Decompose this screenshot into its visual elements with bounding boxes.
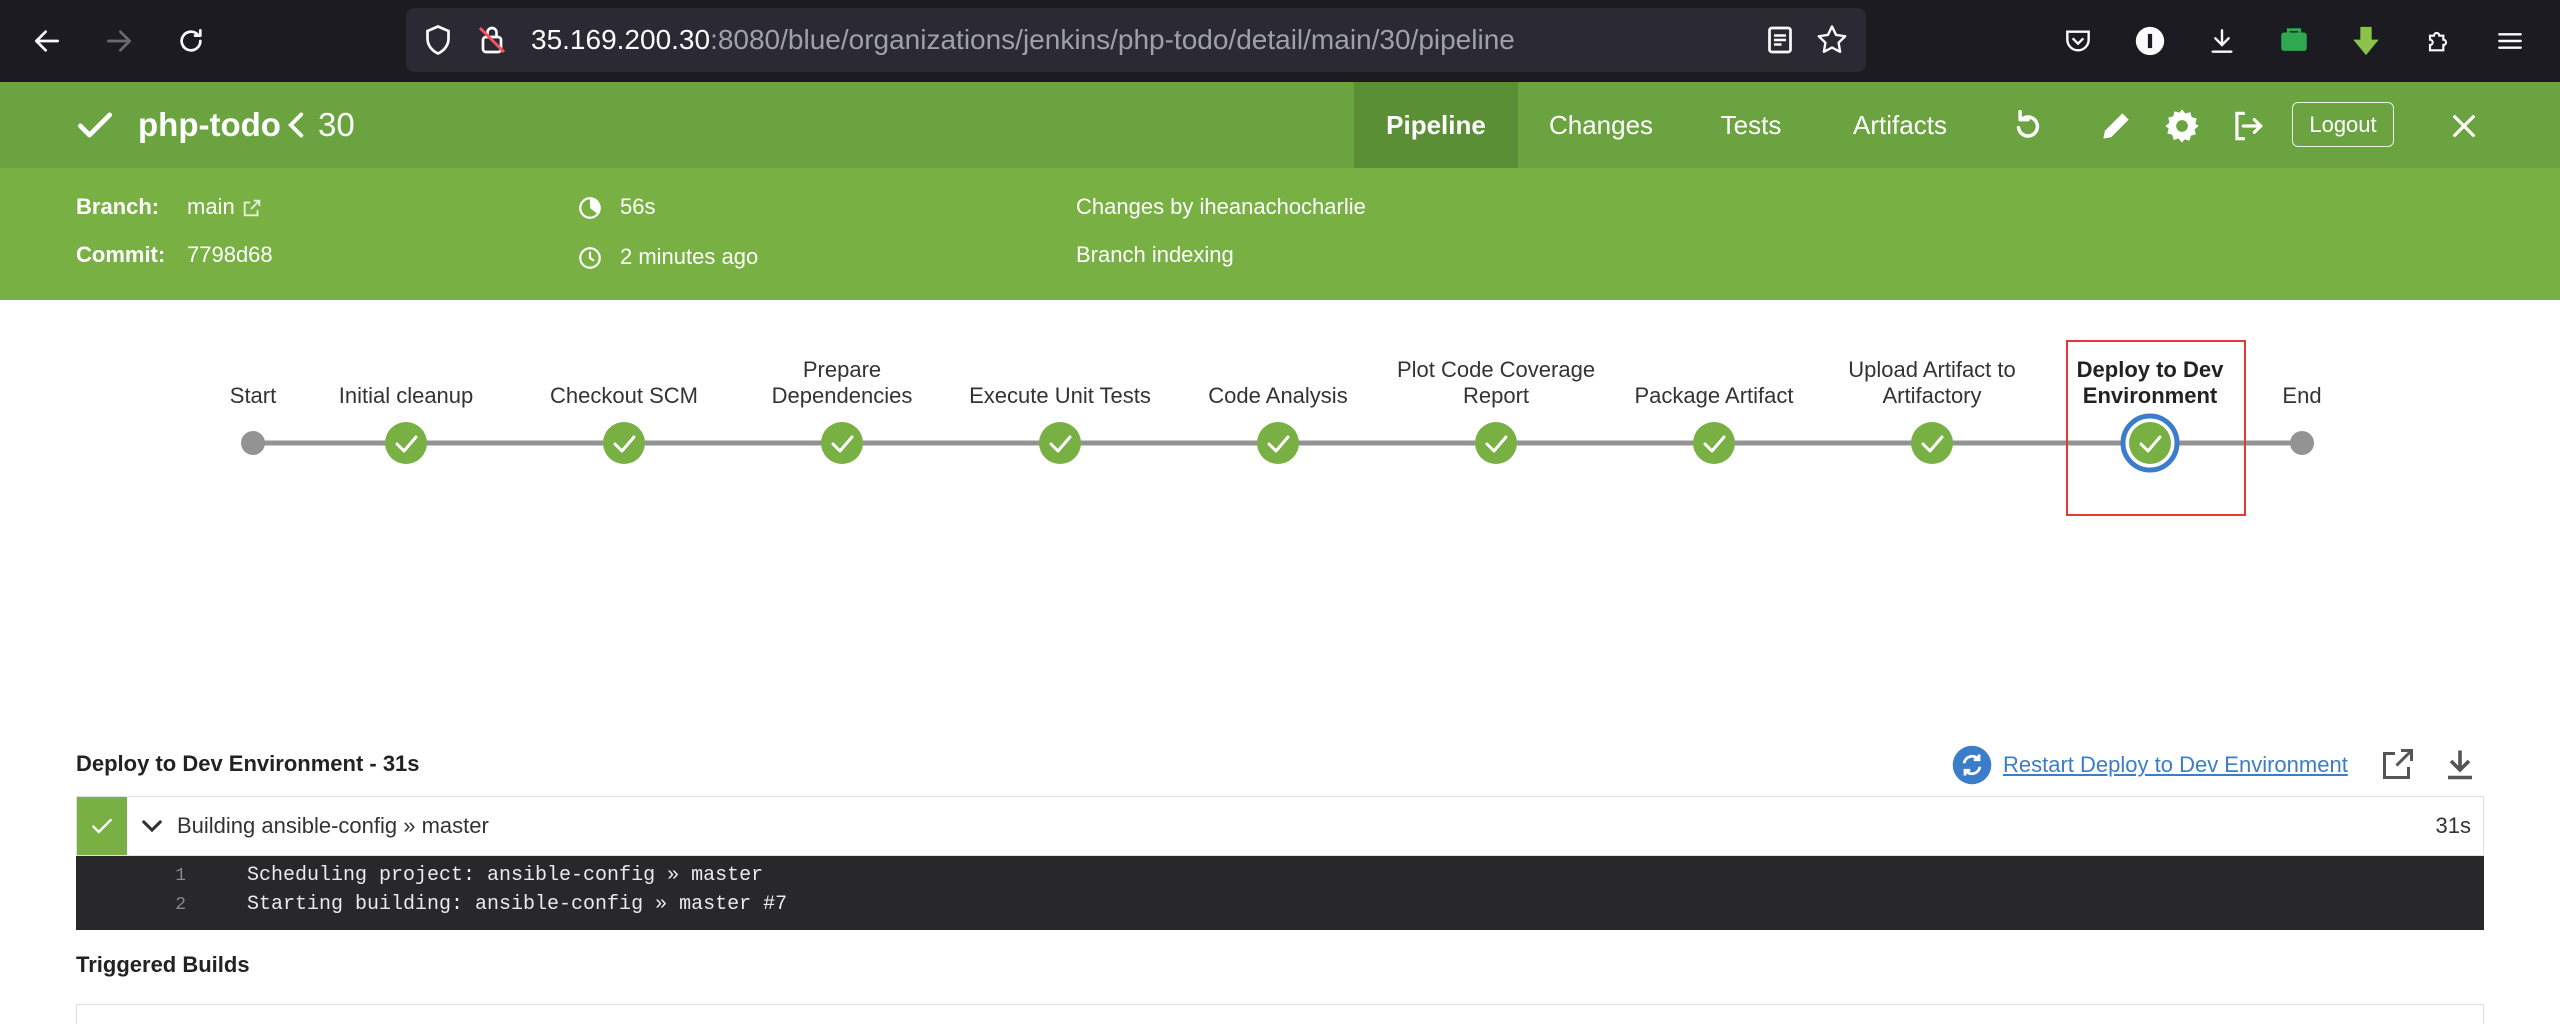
clock-icon — [576, 244, 604, 272]
settings-gear-icon[interactable] — [2160, 104, 2204, 148]
selected-stage-highlight — [2066, 340, 2246, 516]
reader-view-icon[interactable] — [1762, 22, 1798, 63]
console-log: 1 Scheduling project: ansible-config » m… — [76, 856, 2484, 930]
stage-label-line: Initial cleanup — [338, 383, 474, 408]
triggered-builds-title: Triggered Builds — [76, 952, 250, 977]
step-label[interactable]: Building ansible-config » master — [177, 813, 489, 839]
stage-node[interactable] — [1475, 422, 1517, 464]
stage-label[interactable]: Plot Code Coverage Report — [1386, 357, 1606, 409]
stage-label-line: Execute Unit Tests — [969, 383, 1151, 408]
stage-label-line: Report — [1462, 383, 1530, 408]
stage-label-line: Artifactory — [1882, 383, 1982, 408]
run-cause: Branch indexing — [1076, 242, 1234, 267]
pipeline-start-node[interactable] — [241, 431, 265, 455]
open-in-new-icon[interactable] — [2378, 744, 2418, 784]
stage-detail-title: Deploy to Dev Environment - 31s — [76, 751, 420, 776]
bookmark-star-icon[interactable] — [1814, 22, 1850, 63]
stage-label[interactable]: Initial cleanup — [296, 383, 516, 409]
download-arrow-extension-icon[interactable] — [2341, 16, 2391, 66]
pipeline-end-node[interactable] — [2290, 431, 2314, 455]
log-line: Starting building: ansible-config » mast… — [247, 893, 788, 916]
changes-by: Changes by iheanachocharlie — [1076, 194, 1366, 219]
rerun-icon[interactable] — [2006, 104, 2050, 148]
stage-node[interactable] — [1911, 422, 1953, 464]
stage-label-line: Plot Code Coverage — [1396, 357, 1596, 382]
stage-label-line: Upload Artifact to — [1848, 357, 2016, 382]
chevron-down-icon[interactable] — [139, 813, 165, 839]
log-line: Scheduling project: ansible-config » mas… — [247, 864, 764, 887]
chevron-left-icon[interactable] — [284, 108, 308, 142]
pocket-icon[interactable] — [2053, 16, 2103, 66]
download-log-icon[interactable] — [2440, 744, 2480, 784]
triggered-builds-panel — [76, 1004, 2484, 1024]
external-link-icon[interactable] — [240, 196, 264, 220]
stage-label-line: Checkout SCM — [550, 383, 698, 408]
sign-out-icon[interactable] — [2226, 104, 2270, 148]
stage-node[interactable] — [603, 422, 645, 464]
close-icon[interactable] — [2442, 104, 2486, 148]
stage-label-line: Prepare — [802, 357, 882, 382]
step-success-icon — [77, 797, 127, 855]
stage-label[interactable]: Checkout SCM — [514, 383, 734, 409]
restart-icon[interactable] — [1951, 744, 1993, 786]
restart-stage-link[interactable]: Restart Deploy to Dev Environment — [2003, 752, 2348, 778]
success-check-icon — [72, 102, 118, 148]
logout-button[interactable]: Logout — [2292, 102, 2394, 147]
green-extension-icon[interactable] — [2269, 16, 2319, 66]
log-line-number: 2 — [175, 895, 186, 915]
shield-icon[interactable] — [420, 22, 456, 63]
stage-label[interactable]: Prepare Dependencies — [732, 357, 952, 409]
log-line-number: 1 — [175, 866, 186, 886]
stage-label-line: Code Analysis — [1208, 383, 1348, 408]
stage-label[interactable]: Code Analysis — [1168, 383, 1388, 409]
insecure-lock-icon[interactable] — [474, 22, 510, 63]
browser-toolbar: 35.169.200.30:8080/blue/organizations/je… — [0, 0, 2560, 82]
run-number: 30 — [318, 106, 355, 143]
started-time: 2 minutes ago — [620, 244, 759, 269]
tab-tests[interactable]: Tests — [1684, 82, 1818, 168]
extensions-puzzle-icon[interactable] — [2413, 16, 2463, 66]
step-row[interactable]: Building ansible-config » master 31s — [76, 796, 2484, 856]
job-name[interactable]: php-todo — [138, 82, 281, 168]
stage-label[interactable]: Package Artifact — [1604, 383, 1824, 409]
branch-value[interactable]: main — [187, 194, 235, 220]
stage-node[interactable] — [1693, 422, 1735, 464]
tab-pipeline[interactable]: Pipeline — [1354, 82, 1518, 168]
menu-hamburger-icon[interactable] — [2485, 16, 2535, 66]
duration-icon — [576, 194, 604, 222]
run-meta: Branch: main Commit: 7798d68 56s 2 minut… — [0, 168, 2560, 300]
forward-icon[interactable] — [94, 16, 144, 66]
url-text[interactable]: 35.169.200.30:8080/blue/organizations/je… — [531, 24, 1515, 56]
url-host: 35.169.200.30 — [531, 24, 711, 55]
stage-node[interactable] — [1257, 422, 1299, 464]
tab-artifacts[interactable]: Artifacts — [1818, 82, 1982, 168]
step-duration: 31s — [2435, 813, 2471, 838]
stage-node[interactable] — [385, 422, 427, 464]
branch-label: Branch: — [76, 194, 160, 219]
extension-info-icon[interactable] — [2125, 16, 2175, 66]
stage-label-line: Package Artifact — [1634, 383, 1794, 408]
stage-node[interactable] — [1039, 422, 1081, 464]
url-path: :8080/blue/organizations/jenkins/php-tod… — [710, 24, 1515, 55]
commit-value: 7798d68 — [187, 242, 273, 267]
reload-icon[interactable] — [166, 16, 216, 66]
stage-node[interactable] — [821, 422, 863, 464]
commit-label: Commit: — [76, 242, 166, 267]
download-icon[interactable] — [2197, 16, 2247, 66]
stage-label[interactable]: Execute Unit Tests — [950, 383, 1170, 409]
stage-label[interactable]: Upload Artifact to Artifactory — [1822, 357, 2042, 409]
url-bar[interactable]: 35.169.200.30:8080/blue/organizations/je… — [406, 8, 1866, 72]
run-header: php-todo 30 Pipeline Changes Tests Artif… — [0, 82, 2560, 168]
tab-changes[interactable]: Changes — [1518, 82, 1684, 168]
duration-value: 56s — [620, 194, 656, 219]
stage-label-line: Dependencies — [771, 383, 913, 408]
edit-pencil-icon[interactable] — [2094, 104, 2138, 148]
back-icon[interactable] — [22, 16, 72, 66]
